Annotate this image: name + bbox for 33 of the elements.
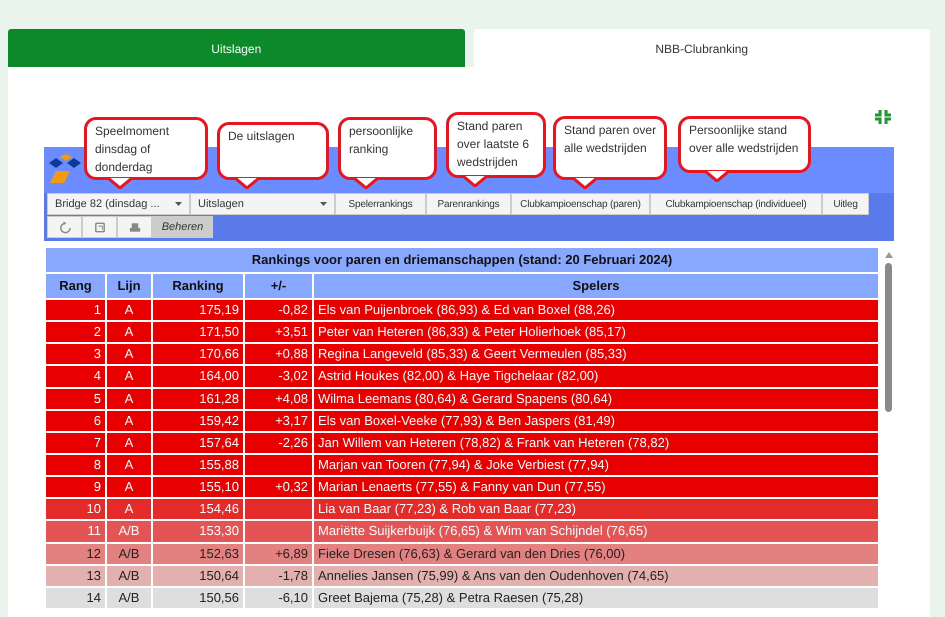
callout-text: Speelmoment dinsdag of donderdag (95, 123, 170, 176)
nav-button[interactable]: Uitleg (822, 193, 869, 215)
refresh-icon (58, 220, 72, 234)
scroll-up-icon[interactable] (885, 252, 893, 258)
tool-button[interactable] (82, 216, 117, 238)
nav-button[interactable]: Clubkampioenschap (paren) (511, 193, 650, 215)
callout-text: Stand paren over laatste 6 wedstrijden (457, 118, 530, 171)
tab[interactable]: NBB-Clubranking (474, 29, 930, 67)
callout-text: De uitslagen (228, 128, 296, 145)
dropdown[interactable]: Uitslagen (190, 193, 335, 215)
scroll-thumb[interactable] (885, 263, 892, 412)
nav-button[interactable]: Spelerrankings (335, 193, 426, 215)
table-cell: -6,10 (244, 586, 313, 609)
caret-icon (175, 202, 182, 206)
nav-button[interactable]: Clubkampioenschap (individueel) (650, 193, 822, 215)
tab[interactable]: Uitslagen (8, 29, 464, 67)
collapse-icon[interactable] (873, 109, 893, 125)
table-cell: Greet Bajema (75,28) & Petra Raesen (75,28) (313, 586, 879, 609)
tool-button[interactable] (47, 216, 82, 238)
dropdown[interactable]: Bridge 82 (dinsdag ... (47, 193, 190, 215)
table-cell: 150,56 (152, 586, 244, 609)
export-icon (92, 220, 106, 234)
callout-text: Persoonlijke stand over alle wedstrijden (689, 122, 800, 157)
table-title: Rankings voor paren en driemanschappen (stand: 20 Februari 2024) (45, 247, 879, 273)
callout-text: Stand paren over alle wedstrijden (564, 122, 658, 157)
print-icon (128, 220, 142, 234)
admin-button[interactable]: Beheren (152, 216, 213, 238)
table-cell: 14 (45, 586, 106, 609)
nav-button[interactable]: Parenrankings (426, 193, 511, 215)
caret-icon (320, 202, 327, 206)
callout-text: persoonlijke ranking (349, 123, 414, 158)
tool-button[interactable] (117, 216, 152, 238)
table-cell: A/B (106, 586, 152, 609)
